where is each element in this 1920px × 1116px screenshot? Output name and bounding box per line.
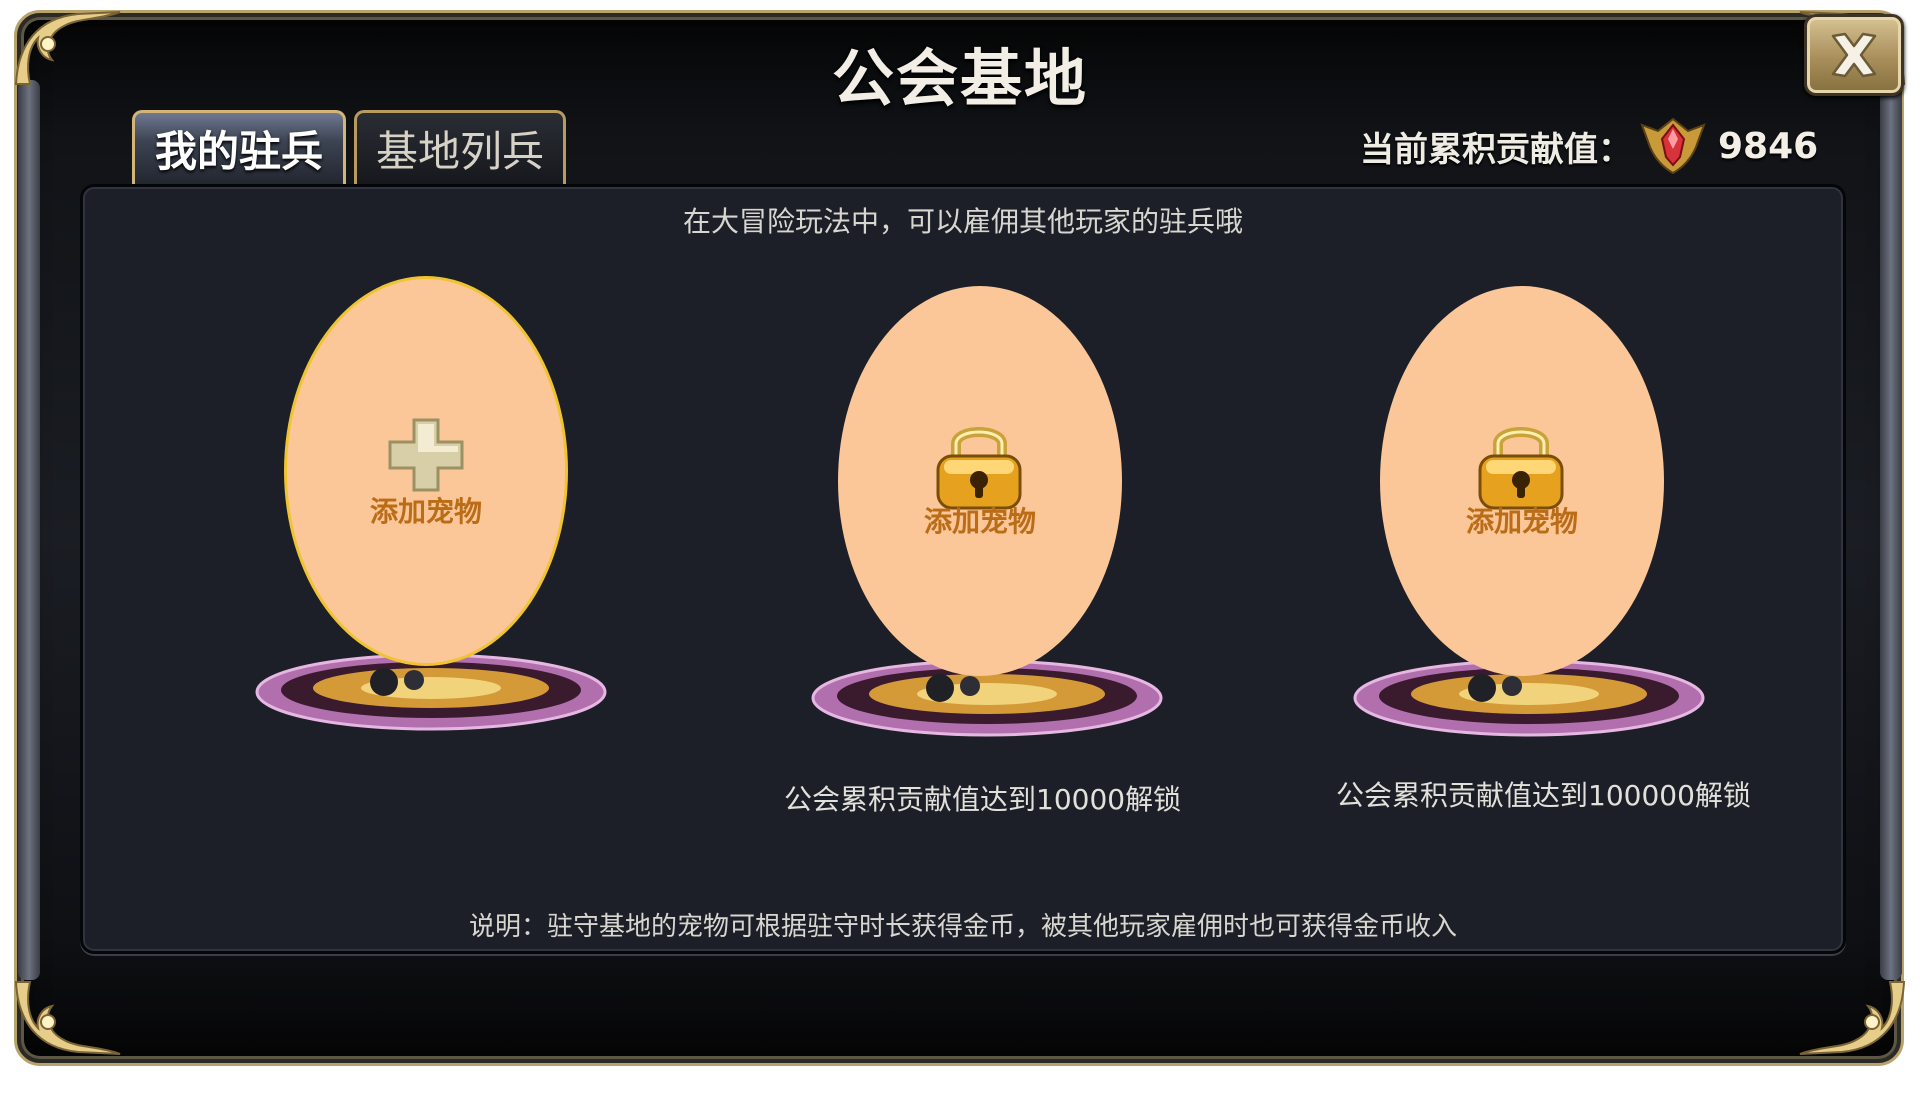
add-pet-label: 添加宠物	[923, 505, 1036, 538]
contribution-label: 当前累积贡献值：	[1360, 129, 1632, 170]
padlock-icon	[936, 427, 1022, 510]
ornament-corner-icon	[1792, 972, 1912, 1062]
padlock-icon	[1478, 427, 1564, 510]
hint-text: 在大冒险玩法中，可以雇佣其他玩家的驻兵哦	[682, 205, 1243, 238]
close-button[interactable]	[1804, 14, 1904, 96]
contribution-display: 当前累积贡献值： 9846	[1360, 116, 1818, 176]
plus-icon	[388, 418, 464, 492]
frame-right-rail	[1880, 80, 1902, 980]
tab-label: 我的驻兵	[154, 127, 323, 176]
tab-base-list[interactable]: 基地列兵	[354, 110, 566, 184]
pet-slot-3[interactable]: 添加宠物	[1352, 282, 1732, 742]
pet-slot-2[interactable]: 添加宠物	[810, 282, 1190, 742]
explanation-note: 说明：驻守基地的宠物可根据驻守时长获得金币，被其他玩家雇佣时也可获得金币收入	[468, 912, 1457, 942]
contribution-value: 9846	[1718, 125, 1819, 167]
guild-base-dialog: 公会基地 我的驻兵 基地列兵 当前累积贡献值： 9846 在大冒险玩法中，可以雇…	[0, 0, 1920, 1116]
pet-slot-1[interactable]: 添加宠物	[254, 272, 634, 732]
tab-label: 基地列兵	[375, 127, 544, 176]
add-pet-label: 添加宠物	[1465, 505, 1578, 538]
tab-my-garrison[interactable]: 我的驻兵	[132, 110, 346, 184]
unlock-requirement-slot-2: 公会累积贡献值达到10000解锁	[784, 783, 1182, 816]
frame-left-rail	[18, 80, 40, 980]
ornament-corner-icon	[8, 972, 128, 1062]
add-pet-label: 添加宠物	[369, 495, 482, 528]
dialog-title: 公会基地	[831, 42, 1088, 115]
unlock-requirement-slot-3: 公会累积贡献值达到100000解锁	[1336, 779, 1751, 812]
close-x-icon	[1831, 32, 1877, 78]
red-gem-shield-icon	[1640, 117, 1706, 175]
